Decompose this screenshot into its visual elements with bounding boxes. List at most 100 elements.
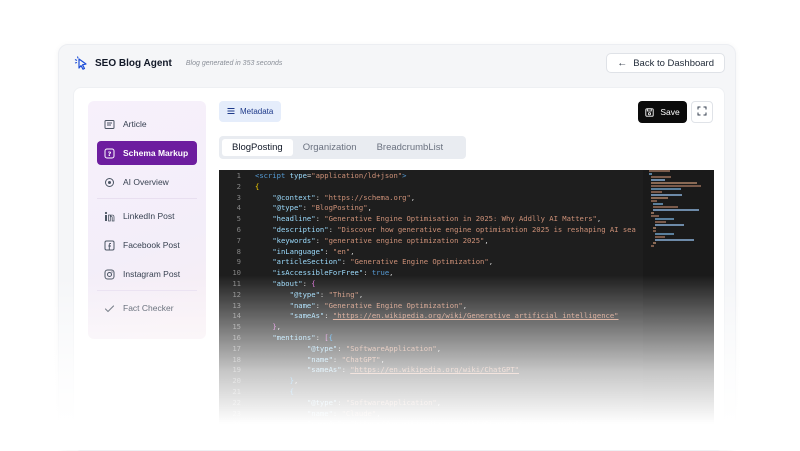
sidebar-item-fact-checker[interactable]: Fact Checker	[97, 296, 197, 320]
code-token: "Generative Engine Optimization"	[324, 300, 463, 310]
line-content: {	[241, 182, 259, 193]
code-minimap[interactable]	[643, 170, 714, 450]
code-token: ,	[488, 257, 494, 267]
line-content: "sameAs": "https://en.wikipedia.org/wiki…	[241, 311, 619, 322]
line-number: 19	[232, 365, 241, 375]
line-content: "@type": "SoftwareApplication",	[241, 344, 441, 355]
code-token: type	[289, 171, 307, 180]
minimap-row	[653, 230, 656, 232]
code-token: :	[363, 268, 372, 278]
code-token: ,	[293, 376, 299, 386]
line-content: ]	[241, 440, 277, 450]
line-number: 14	[232, 311, 241, 321]
code-token: ,	[367, 203, 372, 213]
minimap-row	[653, 242, 656, 244]
tab-blogposting[interactable]: BlogPosting	[222, 139, 293, 156]
minimap-row	[653, 227, 656, 229]
line-content: "@type": "BlogPosting",	[241, 203, 372, 214]
line-number: 9	[236, 257, 241, 267]
code-token: "@type"	[289, 289, 320, 299]
code-token: ,	[410, 192, 416, 202]
metadata-button[interactable]: Metadata	[219, 101, 282, 122]
code-token: ,	[596, 214, 602, 224]
code-line: 1 <script type="application/ld+json">	[219, 171, 643, 182]
code-token: "SoftwareApplication"	[345, 397, 437, 407]
line-number: 10	[232, 268, 241, 278]
minimap-row	[655, 239, 694, 241]
line-content: "isAccessibleForFree": true,	[241, 268, 393, 279]
line-content: "name": "Generative Engine Optimization"…	[241, 301, 467, 312]
line-number: 8	[236, 246, 241, 256]
code-token: ,	[376, 408, 381, 418]
sidebar-item-linkedin-post[interactable]: LinkedIn Post	[97, 204, 197, 228]
code-token: "isAccessibleForFree"	[272, 268, 364, 278]
code-token: ]	[272, 440, 277, 450]
line-number: 24	[232, 419, 241, 429]
code-token: "keywords"	[272, 235, 316, 245]
line-content: "mentions": [{	[241, 333, 333, 344]
line-content: },	[241, 322, 281, 333]
line-content: "name": "Claude",	[241, 409, 381, 420]
sidebar-item-article[interactable]: Article	[97, 112, 197, 136]
code-token: "@type"	[306, 343, 338, 353]
minimap-row	[653, 209, 699, 211]
line-content: "description": "Discover how generative …	[241, 225, 636, 236]
sidebar-item-facebook-post[interactable]: Facebook Post	[97, 233, 197, 257]
line-content: },	[241, 376, 299, 387]
line-number: 3	[236, 192, 241, 202]
ai-overview-icon	[103, 176, 115, 188]
sidebar-item-instagram-post[interactable]: Instagram Post	[97, 262, 197, 286]
code-token: {	[255, 181, 260, 191]
code-line: 9 "articleSection": "Generative Engine O…	[219, 257, 643, 268]
minimap-row	[655, 221, 666, 223]
facebook-icon	[103, 239, 115, 251]
code-token: "description"	[272, 224, 329, 234]
tab-breadcrumblist[interactable]: BreadcrumbList	[367, 139, 454, 156]
code-token: ,	[484, 235, 489, 245]
code-token: "Generative Engine Optimisation in 2025:…	[324, 214, 597, 224]
code-line: 2{	[219, 182, 643, 193]
line-content: "headline": "Generative Engine Optimisat…	[241, 214, 601, 225]
back-to-dashboard-button[interactable]: ← Back to Dashboard	[606, 53, 725, 73]
line-content: "@type": "SoftwareApplication",	[241, 398, 441, 409]
code-token: "articleSection"	[272, 257, 342, 267]
code-line: 11 "about": {	[219, 279, 643, 290]
code-token: {	[328, 332, 333, 342]
code-token: "https://en.wikipedia.org/wiki/Claude_(l…	[350, 419, 589, 429]
fullscreen-button[interactable]	[691, 101, 713, 123]
code-line: 19 "sameAs": "https://en.wikipedia.org/w…	[219, 365, 643, 376]
code-line: 13 "name": "Generative Engine Optimizati…	[219, 301, 643, 312]
arrow-left-icon: ←	[617, 57, 628, 69]
tab-organization[interactable]: Organization	[293, 139, 367, 156]
minimap-row	[655, 218, 674, 220]
minimap-row	[651, 194, 682, 196]
save-button[interactable]: Save	[638, 101, 687, 123]
code-token: "Generative Engine Optimization"	[350, 257, 489, 267]
code-line: 7 "keywords": "generative engine optimiz…	[219, 236, 643, 247]
minimap-row	[651, 191, 663, 193]
code-token: "https://en.wikipedia.org/wiki/Generativ…	[332, 311, 619, 321]
sidebar-item-schema-markup[interactable]: ? Schema Markup	[97, 141, 197, 165]
line-number: 5	[236, 214, 241, 224]
sidebar-item-ai-overview[interactable]: AI Overview	[97, 170, 197, 194]
generation-info: Blog generated in 353 seconds	[185, 59, 283, 67]
minimap-row	[653, 206, 678, 208]
code-token: "inLanguage"	[272, 246, 325, 256]
code-token: :	[319, 289, 329, 299]
minimap-row	[651, 182, 697, 184]
line-content: "inLanguage": "en",	[241, 246, 354, 258]
code-token: ,	[436, 397, 442, 407]
code-editor[interactable]: 1 <script type="application/ld+json"> 2{3 …	[219, 170, 714, 450]
line-content: "@context": "https://schema.org",	[241, 193, 415, 204]
